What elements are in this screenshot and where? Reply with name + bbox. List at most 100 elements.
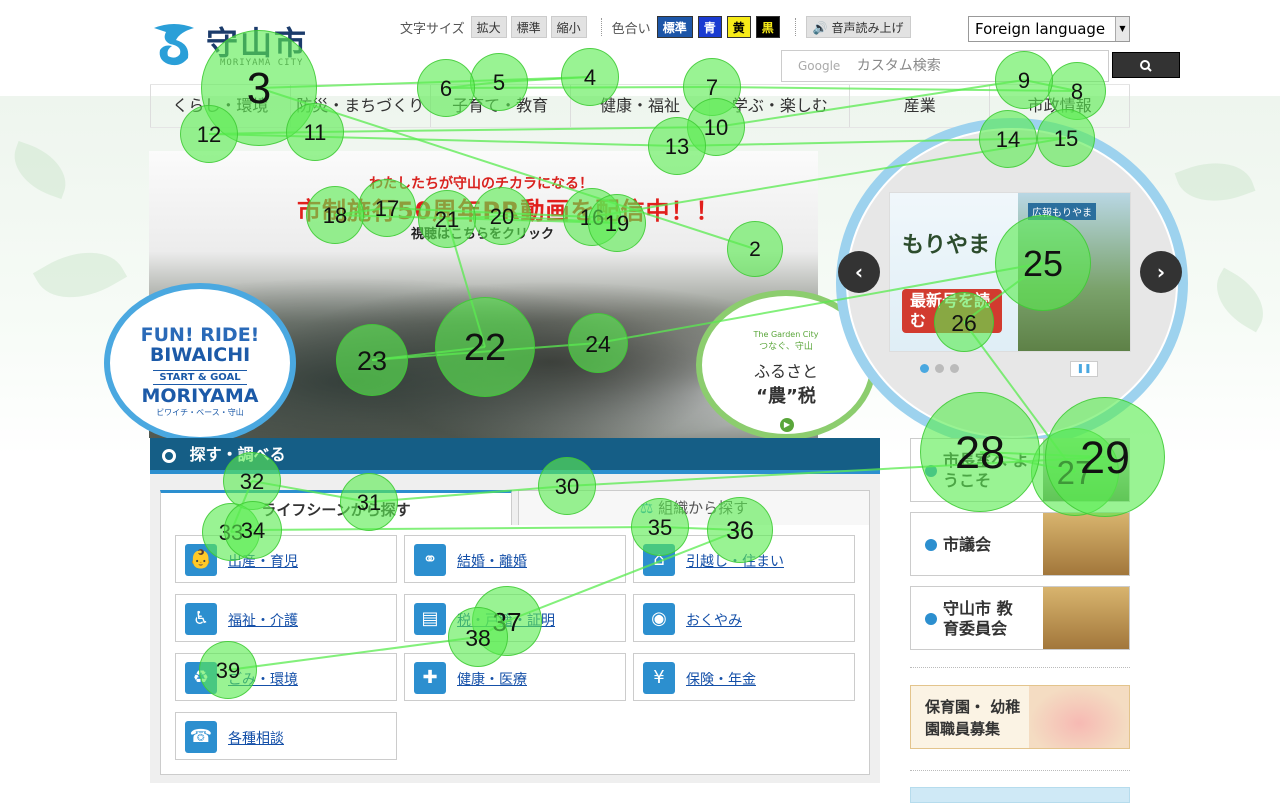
nav-item-industry[interactable]: 産業: [849, 85, 989, 127]
category-label: ごみ・環境: [228, 672, 298, 688]
category-label: 各種相談: [228, 731, 284, 747]
category-moving[interactable]: ⌂ 引越し・住まい: [633, 535, 855, 583]
color-label: 色合い: [611, 21, 651, 37]
category-label: 健康・医療: [457, 672, 527, 688]
search-panel-header: 探す・調べる: [150, 438, 880, 474]
divider: [910, 770, 1130, 771]
scale-icon: ⚖: [639, 499, 659, 517]
category-waste[interactable]: ♻ ごみ・環境: [175, 653, 397, 701]
category-marriage[interactable]: ⚭ 結婚・離婚: [404, 535, 626, 583]
nav-item-childcare[interactable]: 子育て・教育: [429, 85, 570, 127]
carousel-dot[interactable]: [950, 364, 959, 373]
category-label: 保険・年金: [686, 672, 756, 688]
category-consultation[interactable]: ☎ 各種相談: [175, 712, 397, 760]
city-council-label: 市議会: [943, 535, 992, 554]
category-condolence[interactable]: ◉ おくやみ: [633, 594, 855, 642]
category-label: 引越し・住まい: [686, 554, 784, 570]
children-photo: [1029, 686, 1129, 748]
search-panel: 探す・調べる ライフシーンから探す ⚖ 組織から探す 👶 出産・育児 ⚭ 結婚・…: [150, 438, 880, 783]
color-yellow-button[interactable]: 黄: [726, 16, 751, 38]
tab-organization[interactable]: ⚖ 組織から探す: [518, 490, 870, 526]
carousel-prev-button[interactable]: ‹: [838, 251, 880, 293]
carousel-dot[interactable]: [935, 364, 944, 373]
font-size-standard-button[interactable]: 標準: [510, 16, 547, 38]
category-insurance[interactable]: ¥ 保険・年金: [633, 653, 855, 701]
search-input[interactable]: Google カスタム検索: [781, 50, 1109, 82]
couple-icon: ⚭: [414, 544, 446, 576]
portrait-icon: ◉: [643, 603, 675, 635]
logo-subtitle: MORIYAMA CITY: [220, 58, 304, 68]
nursery-recruit-banner[interactable]: 保育園・ 幼稚園職員募集: [910, 685, 1130, 749]
search-icon: [1140, 60, 1152, 72]
stroller-icon: 👶: [185, 544, 217, 576]
voice-readout-label: 音声読み上げ: [831, 21, 904, 35]
font-size-label: 文字サイズ: [400, 21, 465, 37]
site-logo[interactable]: 守山市 MORIYAMA CITY: [150, 18, 330, 72]
font-size-controls: 文字サイズ 拡大 標準 縮小 色合い 標準 青 黄 黒 🔊 音声読み上げ: [400, 14, 915, 40]
category-label: 出産・育児: [228, 554, 298, 570]
nav-item-life[interactable]: くらし・環境: [150, 85, 290, 127]
furusato-line2: つなぐ、守山: [759, 342, 813, 352]
gaze-saccade-line: [498, 76, 591, 83]
furusato-line4: “農”税: [756, 386, 816, 407]
city-council-banner[interactable]: 市議会: [910, 512, 1130, 576]
color-black-button[interactable]: 黒: [755, 16, 780, 38]
color-standard-button[interactable]: 標準: [656, 16, 693, 38]
education-board-label: 守山市 教育委員会: [943, 599, 1013, 638]
language-select[interactable]: Foreign language ▼: [968, 16, 1130, 42]
life-scene-grid: 👶 出産・育児 ⚭ 結婚・離婚 ⌂ 引越し・住まい ♿ 福祉・介護 ▤ 税・戸籍…: [160, 525, 870, 775]
speaker-icon: 🔊: [812, 21, 828, 35]
mayor-office-banner[interactable]: 市長室へ ようこそ: [910, 438, 1130, 502]
play-icon: ▶: [780, 418, 794, 432]
category-label: 税・戸籍・証明: [457, 613, 555, 629]
wheelchair-icon: ♿: [185, 603, 217, 635]
font-size-large-button[interactable]: 拡大: [470, 16, 507, 38]
search-icon: [162, 448, 176, 463]
category-health[interactable]: ✚ 健康・医療: [404, 653, 626, 701]
tab-life-scene[interactable]: ライフシーンから探す: [160, 490, 512, 526]
hero-tagline: わたしたちが守山のチカラになる！: [369, 176, 593, 192]
consultation-icon: ☎: [185, 721, 217, 753]
biwaichi-line2: BIWAICHI: [149, 344, 251, 366]
nursery-recruit-label: 保育園・ 幼稚園職員募集: [925, 698, 1021, 738]
category-label: 結婚・離婚: [457, 554, 527, 570]
divider: [600, 18, 602, 36]
category-tax[interactable]: ▤ 税・戸籍・証明: [404, 594, 626, 642]
arrow-circle-icon: [925, 465, 937, 477]
bottom-banner[interactable]: [910, 787, 1130, 803]
document-icon: ▤: [414, 603, 446, 635]
tab-organization-label: 組織から探す: [658, 499, 749, 517]
category-welfare[interactable]: ♿ 福祉・介護: [175, 594, 397, 642]
voice-readout-button[interactable]: 🔊 音声読み上げ: [805, 16, 911, 38]
carousel-slide[interactable]: もりやま 最新号を読む 広報もりやま: [889, 192, 1131, 352]
search-button[interactable]: [1112, 52, 1180, 78]
category-childbirth[interactable]: 👶 出産・育児: [175, 535, 397, 583]
nav-item-learning[interactable]: 学ぶ・楽しむ: [709, 85, 849, 127]
carousel-dot[interactable]: [920, 364, 929, 373]
classroom-photo: [1043, 587, 1129, 649]
mayor-office-label: 市長室へ ようこそ: [943, 451, 1029, 490]
moriyama-emblem-icon: [154, 24, 194, 66]
slide-tag: 広報もりやま: [1028, 203, 1096, 220]
money-bag-icon: ¥: [643, 662, 675, 694]
nav-item-disaster[interactable]: 防災・まちづくり: [289, 85, 430, 127]
slide-read-latest-button[interactable]: 最新号を読む: [902, 289, 1002, 333]
education-board-banner[interactable]: 守山市 教育委員会: [910, 586, 1130, 650]
slide-title: もりやま: [902, 233, 991, 258]
search-panel-title: 探す・調べる: [189, 445, 286, 464]
nav-item-health[interactable]: 健康・福祉: [569, 85, 710, 127]
carousel-pause-button[interactable]: ❚❚: [1070, 361, 1098, 377]
divider: [910, 667, 1130, 668]
font-size-small-button[interactable]: 縮小: [550, 16, 587, 38]
carousel-next-button[interactable]: ›: [1140, 251, 1182, 293]
hero-headline: 市制施行50周年PR動画を配信中！！: [297, 197, 721, 225]
biwaichi-banner[interactable]: FUN! RIDE! BIWAICHI START & GOAL MORIYAM…: [104, 283, 296, 443]
category-label: 福祉・介護: [228, 613, 298, 629]
hero-cta: 視聴はこちらをクリック: [411, 227, 555, 242]
biwaichi-line5: ビワイチ・ベース・守山: [156, 408, 244, 417]
color-blue-button[interactable]: 青: [697, 16, 722, 38]
language-select-value: Foreign language: [975, 20, 1106, 38]
biwaichi-line4: MORIYAMA: [141, 385, 259, 407]
mayor-photo: [1043, 439, 1129, 501]
trash-icon: ♻: [185, 662, 217, 694]
